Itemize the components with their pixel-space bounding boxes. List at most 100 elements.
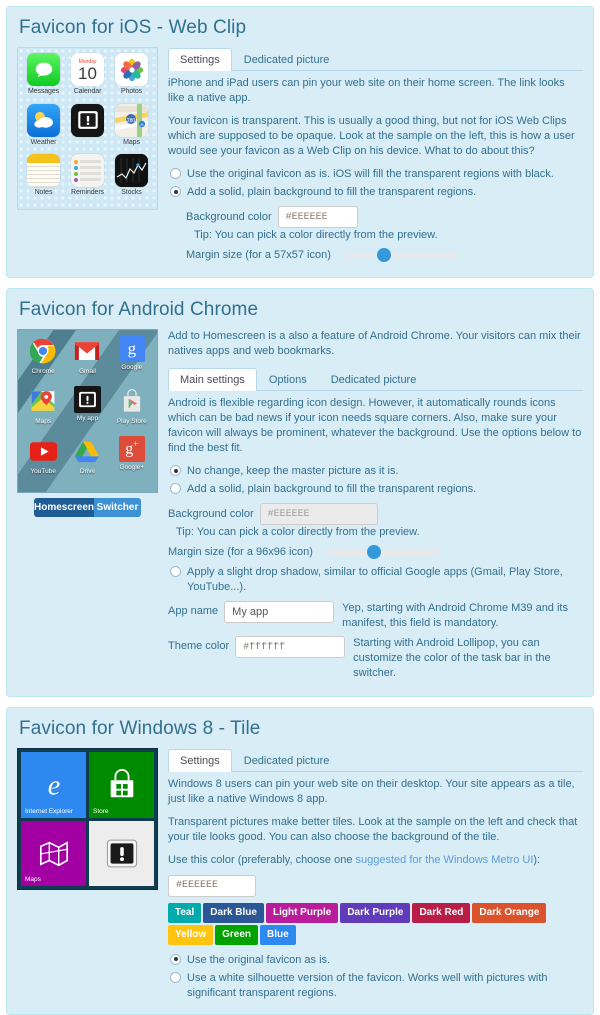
- metro-color-green[interactable]: Green: [215, 924, 259, 945]
- android-app-drive: Drive: [65, 436, 109, 486]
- toggle-switcher[interactable]: Switcher: [94, 498, 141, 517]
- radio-label: Use the original favicon as is.: [187, 953, 331, 966]
- favicon-sample-icon: [106, 839, 137, 868]
- ios-app-label: Photos: [120, 88, 143, 95]
- metro-ui-suggestion-link[interactable]: suggested for the Windows Metro UI: [356, 854, 534, 866]
- radio-label: Add a solid, plain background to fill th…: [187, 186, 477, 198]
- tab-android-dedicated-picture[interactable]: Dedicated picture: [319, 368, 429, 391]
- android-app-favicon-sample: My app: [65, 386, 109, 436]
- android-margin-slider[interactable]: [326, 545, 439, 559]
- radio-button[interactable]: [170, 186, 181, 197]
- google-plus-icon: g+: [118, 436, 145, 462]
- ios-paragraph-2: Your favicon is transparent. This is usu…: [168, 115, 575, 157]
- windows-color-intro: Use this color (preferably, choose one s…: [168, 853, 583, 868]
- metro-color-blue[interactable]: Blue: [260, 924, 296, 945]
- android-background-color-input[interactable]: [259, 503, 378, 525]
- metro-color-dark-purple[interactable]: Dark Purple: [340, 902, 411, 923]
- windows-paragraph-1: Windows 8 users can pin your web site on…: [168, 778, 575, 805]
- slider-knob[interactable]: [376, 248, 391, 262]
- tab-android-main-settings[interactable]: Main settings: [168, 368, 257, 391]
- ios-app-label: Reminders: [71, 189, 104, 197]
- ios-background-color-label: Background color: [186, 211, 272, 223]
- android-app-name-input[interactable]: [224, 601, 335, 623]
- android-theme-color-row: Theme color Starting with Android Lollip…: [168, 636, 583, 681]
- android-radio-solid-background[interactable]: Add a solid, plain background to fill th…: [168, 482, 583, 497]
- panel-windows8-tile: Favicon for Windows 8 - Tile e Internet …: [6, 707, 594, 1015]
- ios-tabs: Settings Dedicated picture: [168, 47, 583, 71]
- gmail-icon: [72, 336, 102, 366]
- android-app-name-hint: Yep, starting with Android Chrome M39 an…: [342, 602, 568, 629]
- radio-button[interactable]: [170, 483, 181, 494]
- messages-icon: [27, 53, 60, 86]
- windows-store-icon: [110, 768, 133, 797]
- ios-app-maps: 280 A Maps: [110, 103, 153, 154]
- radio-label: Use the original favicon as is. iOS will…: [187, 168, 554, 180]
- ios-app-photos: Photos: [110, 53, 153, 103]
- android-radio-no-change[interactable]: No change, keep the master picture as it…: [168, 464, 583, 479]
- ios-radio-original[interactable]: Use the original favicon as is. iOS will…: [168, 167, 583, 182]
- android-preview-column: Chrome Gmail g Google Maps My app Play S…: [17, 329, 158, 517]
- android-app-maps: Maps: [21, 386, 65, 436]
- tab-windows-settings[interactable]: Settings: [168, 749, 232, 772]
- slider-track: [344, 253, 457, 258]
- stocks-icon: [115, 154, 148, 188]
- android-preview-mode-toggle[interactable]: Homescreen Switcher: [34, 498, 141, 517]
- tile-label: Internet Explorer: [25, 807, 74, 815]
- metro-color-dark-orange[interactable]: Dark Orange: [472, 902, 547, 923]
- windows-color-intro-suffix: ):: [533, 854, 541, 866]
- android-radio-drop-shadow[interactable]: Apply a slight drop shadow, similar to o…: [168, 565, 583, 595]
- ios-app-weather: Weather: [22, 103, 65, 154]
- ios-radio-solid-background[interactable]: Add a solid, plain background to fill th…: [168, 185, 583, 200]
- ios-app-label: Calendar: [73, 88, 102, 95]
- radio-button[interactable]: [170, 953, 181, 965]
- metro-color-light-purple[interactable]: Light Purple: [265, 902, 339, 923]
- windows-color-input[interactable]: [168, 874, 256, 897]
- panel-title-ios: Favicon for iOS - Web Clip: [19, 17, 247, 38]
- metro-color-dark-red[interactable]: Dark Red: [412, 902, 471, 923]
- ios-app-stocks: Stocks: [110, 154, 153, 204]
- ios-homescreen-preview: Messages Monday 10 Calendar Photos Weath…: [17, 47, 158, 210]
- android-background-color-label: Background color: [168, 508, 254, 520]
- ios-background-color-input[interactable]: [277, 206, 358, 228]
- windows-settings-column: Settings Dedicated picture Windows 8 use…: [158, 748, 583, 1004]
- android-theme-color-input[interactable]: [235, 636, 346, 658]
- android-background-color-row: Background color Tip: You can pick a col…: [168, 503, 583, 540]
- metro-color-dark-blue[interactable]: Dark Blue: [203, 902, 264, 923]
- radio-button[interactable]: [170, 971, 181, 983]
- tab-windows-dedicated-picture[interactable]: Dedicated picture: [232, 749, 342, 772]
- android-app-label: Google+: [119, 464, 145, 471]
- ios-app-label: Weather: [30, 138, 57, 146]
- ios-background-color-tip: Tip: You can pick a color directly from …: [194, 229, 438, 241]
- ios-margin-slider[interactable]: [344, 248, 457, 262]
- tab-ios-dedicated-picture[interactable]: Dedicated picture: [232, 48, 342, 71]
- ios-app-messages: Messages: [22, 53, 65, 103]
- calendar-icon: Monday 10: [71, 53, 104, 86]
- internet-explorer-icon: e: [47, 770, 60, 801]
- windows-preview-column: e Internet Explorer Store Maps: [17, 748, 158, 890]
- radio-button[interactable]: [170, 465, 181, 476]
- radio-button[interactable]: [170, 168, 181, 179]
- windows-radio-original[interactable]: Use the original favicon as is.: [168, 953, 583, 968]
- android-margin-row: Margin size (for a 96x96 icon): [168, 545, 583, 559]
- tab-android-options[interactable]: Options: [257, 368, 319, 391]
- toggle-homescreen[interactable]: Homescreen: [34, 498, 95, 517]
- youtube-icon: [28, 436, 58, 466]
- android-app-google: g Google: [110, 336, 154, 386]
- slider-knob[interactable]: [366, 545, 381, 559]
- panel-title-windows: Favicon for Windows 8 - Tile: [19, 718, 261, 739]
- radio-label: Apply a slight drop shadow, similar to o…: [187, 566, 563, 593]
- svg-text:280: 280: [127, 118, 136, 124]
- svg-text:A: A: [140, 122, 143, 127]
- windows-radio-white-silhouette[interactable]: Use a white silhouette version of the fa…: [168, 971, 583, 1001]
- maps-icon: 280 A: [115, 103, 148, 137]
- android-paragraph-1: Android is flexible regarding icon desig…: [168, 397, 582, 454]
- metro-color-teal[interactable]: Teal: [168, 902, 202, 923]
- radio-button[interactable]: [170, 566, 181, 577]
- android-app-label: Gmail: [79, 368, 96, 375]
- windows-color-intro-prefix: Use this color (preferably, choose one: [168, 854, 356, 866]
- android-margin-label: Margin size (for a 96x96 icon): [168, 546, 313, 558]
- tab-ios-settings[interactable]: Settings: [168, 48, 232, 71]
- google-icon: g: [118, 336, 145, 362]
- android-app-youtube: YouTube: [21, 436, 65, 486]
- metro-color-yellow[interactable]: Yellow: [168, 924, 214, 945]
